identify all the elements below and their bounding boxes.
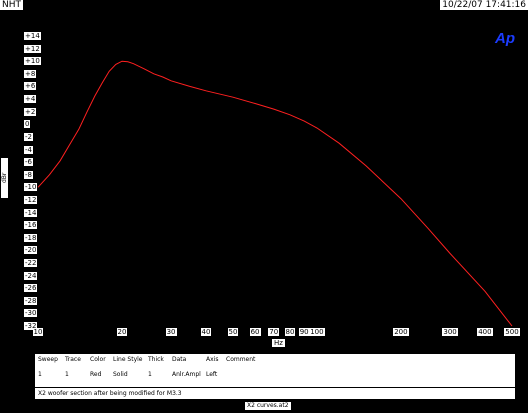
legend-header-color: Color bbox=[90, 356, 106, 363]
y-tick-label: -28 bbox=[24, 296, 38, 305]
y-tick-label: +12 bbox=[24, 44, 41, 53]
legend-comment-text: X2 woofer section after being modified f… bbox=[38, 390, 182, 397]
legend-cell-axis: Left bbox=[206, 371, 218, 378]
y-tick-label: -22 bbox=[24, 259, 38, 267]
x-tick-label: 70 bbox=[268, 328, 280, 336]
y-axis-label: dBr bbox=[1, 158, 8, 198]
y-tick-label: +4 bbox=[24, 95, 37, 103]
y-tick-label: 0 bbox=[24, 120, 31, 129]
legend-header-trace: Trace bbox=[65, 356, 81, 363]
legend-header-axis: Axis bbox=[206, 356, 219, 363]
x-tick-label: 30 bbox=[165, 328, 177, 336]
frequency-response-plot bbox=[37, 60, 513, 327]
y-tick-label: -6 bbox=[24, 158, 33, 167]
y-tick-label: -30 bbox=[24, 309, 38, 318]
y-tick-label: -10 bbox=[24, 183, 38, 192]
x-tick-label: 200 bbox=[393, 328, 409, 336]
file-name-label: X2 curves.at2 bbox=[245, 402, 291, 410]
legend-cell-sweep: 1 bbox=[38, 371, 42, 378]
x-tick-label: 60 bbox=[249, 328, 261, 336]
y-tick-label: -14 bbox=[24, 208, 38, 217]
y-tick-label: -16 bbox=[24, 221, 38, 230]
y-tick-label: -12 bbox=[24, 195, 38, 204]
x-tick-label: 400 bbox=[477, 328, 493, 336]
legend-header-thick: Thick bbox=[148, 356, 164, 363]
y-tick-label: +6 bbox=[24, 82, 37, 91]
legend-comment-row: X2 woofer section after being modified f… bbox=[35, 387, 515, 399]
x-tick-label: 300 bbox=[442, 328, 458, 336]
x-tick-label: 100 bbox=[309, 328, 325, 336]
y-tick-label: +10 bbox=[24, 57, 41, 66]
legend-cell-color: Red bbox=[90, 371, 102, 378]
y-tick-label: -18 bbox=[24, 233, 38, 242]
legend-header-row: Sweep Trace Color Line Style Thick Data … bbox=[35, 354, 515, 366]
x-tick-label: 10 bbox=[32, 328, 44, 336]
y-tick-label: -20 bbox=[24, 246, 38, 255]
legend-cell-thick: 1 bbox=[148, 371, 152, 378]
trace-legend-table: Sweep Trace Color Line Style Thick Data … bbox=[35, 354, 515, 399]
legend-cell-data: Anlr.Ampl bbox=[172, 371, 201, 378]
x-tick-label: 20 bbox=[116, 328, 128, 336]
legend-trace-row[interactable]: 1 1 Red Solid 1 Anlr.Ampl Left bbox=[35, 369, 515, 381]
x-tick-label: 500 bbox=[504, 328, 520, 336]
response-trace-1 bbox=[37, 60, 513, 327]
y-tick-label: +14 bbox=[24, 32, 41, 40]
legend-header-sweep: Sweep bbox=[38, 356, 58, 363]
legend-cell-line-style: Solid bbox=[113, 371, 128, 378]
x-tick-label: 80 bbox=[284, 328, 296, 336]
y-tick-label: -24 bbox=[24, 271, 38, 280]
y-tick-label: -4 bbox=[24, 145, 33, 154]
y-tick-label: -8 bbox=[24, 170, 33, 179]
x-tick-label: 90 bbox=[298, 328, 310, 336]
y-tick-label: +2 bbox=[24, 107, 37, 116]
y-tick-label: +8 bbox=[24, 69, 37, 78]
legend-header-line-style: Line Style bbox=[113, 356, 143, 363]
y-tick-label: -2 bbox=[24, 132, 33, 141]
x-tick-label: 40 bbox=[200, 328, 212, 336]
x-axis-label: Hz bbox=[272, 339, 285, 347]
legend-header-data: Data bbox=[172, 356, 187, 363]
legend-header-comment: Comment bbox=[226, 356, 256, 363]
y-tick-label: -26 bbox=[24, 284, 38, 293]
x-tick-label: 50 bbox=[227, 328, 239, 336]
legend-cell-trace: 1 bbox=[65, 371, 69, 378]
